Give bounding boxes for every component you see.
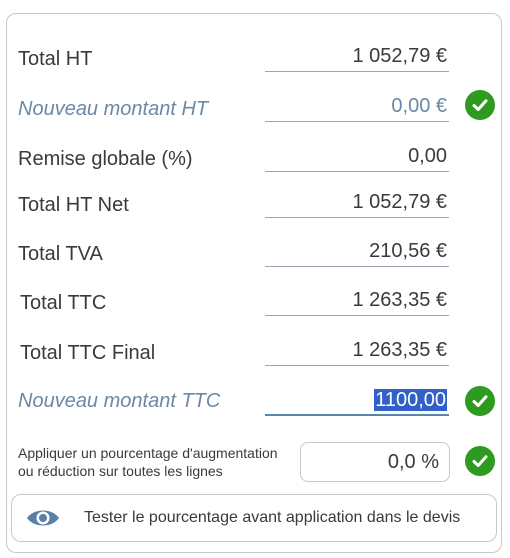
totals-panel: Total HT 1 052,79 € Nouveau montant HT 0…: [6, 13, 502, 553]
total-ttc-final-value: 1 263,35 €: [265, 334, 449, 366]
row-total-ht: Total HT 1 052,79 €: [7, 30, 501, 80]
selected-text: 1100,00: [374, 389, 447, 411]
row-total-ttc-final: Total TTC Final 1 263,35 €: [7, 328, 501, 378]
row-nouveau-montant-ht: Nouveau montant HT 0,00 €: [7, 80, 501, 130]
percentage-input[interactable]: 0,0 %: [300, 442, 450, 482]
total-tva-label: Total TVA: [18, 243, 103, 265]
nouveau-montant-ht-input[interactable]: 0,00 €: [265, 90, 449, 122]
total-tva-value: 210,56 €: [265, 235, 449, 267]
nouveau-montant-ttc-label: Nouveau montant TTC: [18, 390, 221, 412]
total-ht-net-value: 1 052,79 €: [265, 186, 449, 218]
total-ttc-label: Total TTC: [20, 292, 107, 314]
row-total-tva: Total TVA 210,56 €: [7, 229, 501, 279]
row-total-ht-net: Total HT Net 1 052,79 €: [7, 180, 501, 230]
eye-icon: [26, 507, 60, 534]
test-percentage-label: Tester le pourcentage avant application …: [84, 509, 461, 526]
row-nouveau-montant-ttc: Nouveau montant TTC 1100,00: [7, 378, 501, 428]
nouveau-montant-ht-label: Nouveau montant HT: [18, 98, 209, 120]
total-ht-label: Total HT: [18, 48, 93, 70]
total-ht-net-label: Total HT Net: [18, 194, 129, 216]
remise-globale-input[interactable]: 0,00: [265, 140, 449, 172]
row-total-ttc: Total TTC 1 263,35 €: [7, 278, 501, 328]
nouveau-montant-ttc-input[interactable]: 1100,00: [265, 384, 449, 416]
check-circle-icon[interactable]: [465, 446, 495, 476]
remise-globale-label: Remise globale (%): [18, 148, 193, 170]
check-circle-icon[interactable]: [465, 90, 495, 120]
percentage-label: Appliquer un pourcentage d'augmentation …: [18, 445, 278, 479]
total-ttc-value: 1 263,35 €: [265, 284, 449, 316]
row-remise-globale: Remise globale (%) 0,00: [7, 130, 501, 180]
total-ht-value: 1 052,79 €: [265, 40, 449, 72]
check-circle-icon[interactable]: [465, 386, 495, 416]
test-percentage-button[interactable]: Tester le pourcentage avant application …: [11, 494, 497, 542]
total-ttc-final-label: Total TTC Final: [20, 342, 156, 364]
